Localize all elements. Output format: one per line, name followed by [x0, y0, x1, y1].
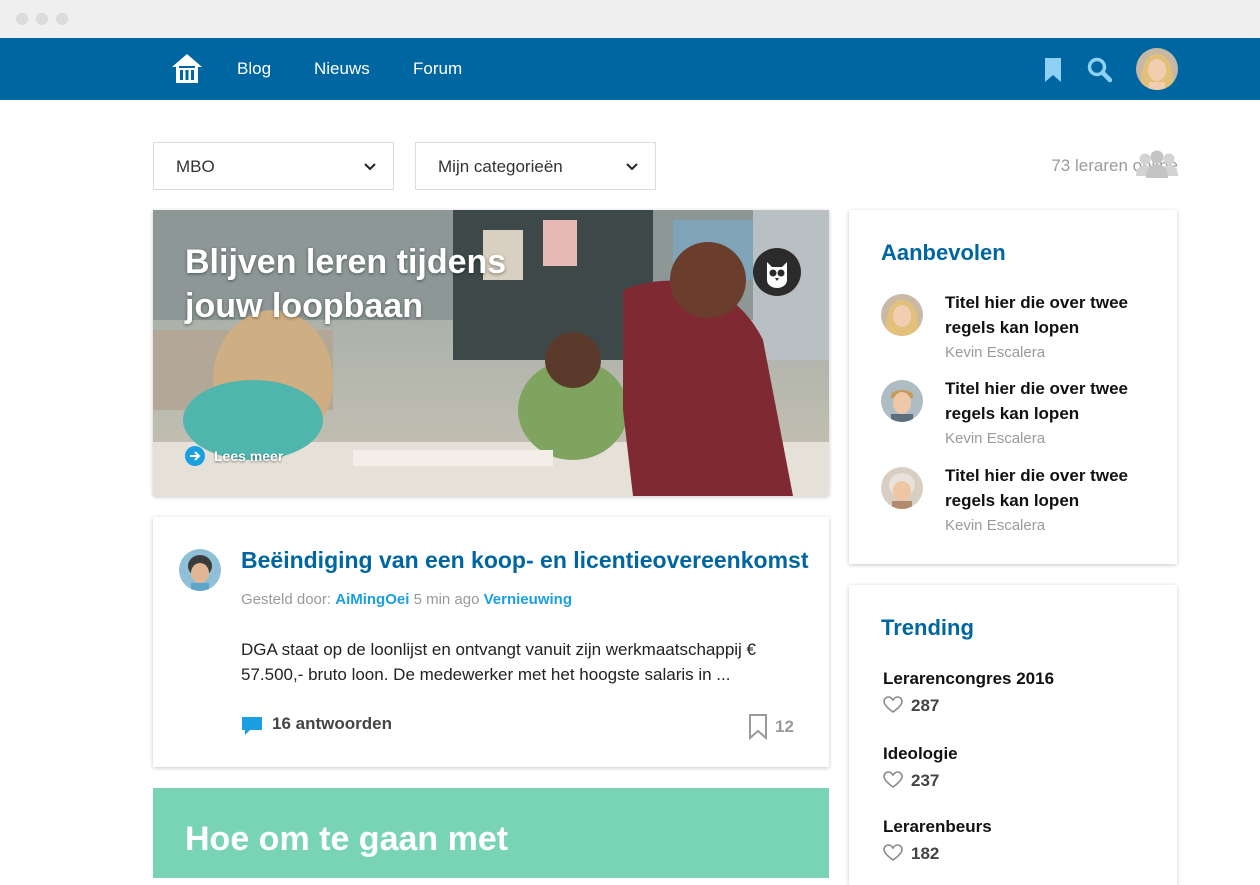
- avatar: [881, 380, 923, 422]
- recommended-author: Kevin Escalera: [945, 344, 1046, 361]
- trending-item[interactable]: Lerarenbeurs 182: [883, 817, 1143, 863]
- trending-item[interactable]: Lerarencongres 2016 287: [883, 669, 1143, 715]
- featured-article-title[interactable]: Blijven leren tijdens jouw loopbaan: [185, 240, 545, 328]
- recommended-item[interactable]: Titel hier die over twee regels kan lope…: [881, 293, 1171, 374]
- owl-icon: [753, 248, 801, 296]
- recommended-title[interactable]: Titel hier die over twee regels kan lope…: [945, 290, 1155, 340]
- heart-icon[interactable]: [883, 771, 903, 789]
- nav-forum[interactable]: Forum: [413, 59, 462, 79]
- top-navbar: Blog Nieuws Forum: [0, 38, 1260, 100]
- author-link[interactable]: AiMingOei: [335, 591, 409, 608]
- home-icon[interactable]: [170, 52, 204, 86]
- bookmark-outline-icon[interactable]: [748, 714, 768, 740]
- recommended-panel: Aanbevolen Titel hier die over twee rege…: [849, 210, 1177, 564]
- recommended-title[interactable]: Titel hier die over twee regels kan lope…: [945, 463, 1155, 513]
- users-group-icon: [1136, 150, 1178, 178]
- avatar: [881, 294, 923, 336]
- forum-post-card: Beëindiging van een koop- en licentieove…: [153, 517, 829, 767]
- recommended-author: Kevin Escalera: [945, 517, 1046, 534]
- window-dot: [56, 13, 68, 25]
- recommended-heading: Aanbevolen: [881, 240, 1006, 265]
- level-select-value: MBO: [176, 157, 215, 176]
- trending-count: 287: [911, 696, 940, 715]
- trending-heading: Trending: [881, 615, 974, 640]
- trending-name[interactable]: Lerarencongres 2016: [883, 669, 1143, 689]
- bookmark-count: 12: [775, 717, 794, 736]
- window-dot: [16, 13, 28, 25]
- featured-article-card[interactable]: Blijven leren tijdens jouw loopbaan Lees…: [153, 210, 829, 496]
- heart-icon[interactable]: [883, 696, 903, 714]
- search-icon[interactable]: [1087, 57, 1113, 83]
- recommended-item[interactable]: Titel hier die over twee regels kan lope…: [881, 466, 1171, 547]
- heart-icon[interactable]: [883, 844, 903, 862]
- level-select[interactable]: MBO: [153, 142, 394, 190]
- post-time: 5 min ago: [413, 591, 480, 608]
- teaser-title[interactable]: Hoe om te gaan met: [185, 820, 508, 859]
- recommended-author: Kevin Escalera: [945, 430, 1046, 447]
- replies-count[interactable]: 16 antwoorden: [272, 714, 392, 734]
- category-select-value: Mijn categorieën: [438, 157, 563, 176]
- trending-name[interactable]: Ideologie: [883, 744, 1143, 764]
- arrow-right-icon: [185, 446, 205, 466]
- user-avatar[interactable]: [1136, 48, 1178, 90]
- trending-count: 182: [911, 844, 940, 863]
- bookmark-icon[interactable]: [1043, 58, 1063, 82]
- nav-blog[interactable]: Blog: [237, 59, 271, 79]
- post-excerpt: DGA staat op de loonlijst en ontvangt va…: [241, 640, 757, 684]
- author-avatar[interactable]: [179, 549, 221, 591]
- trending-count: 237: [911, 771, 940, 790]
- trending-name[interactable]: Lerarenbeurs: [883, 817, 1143, 837]
- window-dot: [36, 13, 48, 25]
- trending-item[interactable]: Ideologie 237: [883, 744, 1143, 790]
- chevron-down-icon: [364, 163, 376, 171]
- nav-nieuws[interactable]: Nieuws: [314, 59, 370, 79]
- window-chrome: [0, 0, 1260, 38]
- recommended-item[interactable]: Titel hier die over twee regels kan lope…: [881, 379, 1171, 460]
- meta-prefix: Gesteld door:: [241, 591, 332, 608]
- category-select[interactable]: Mijn categorieën: [415, 142, 656, 190]
- comment-icon[interactable]: [241, 715, 263, 737]
- trending-panel: Trending Lerarencongres 2016 287 Ideolog…: [849, 585, 1177, 885]
- category-link[interactable]: Vernieuwing: [484, 591, 572, 608]
- post-title[interactable]: Beëindiging van een koop- en licentieove…: [241, 547, 808, 574]
- post-meta: Gesteld door: AiMingOei 5 min ago Vernie…: [241, 591, 572, 608]
- read-more-label: Lees meer: [214, 448, 284, 464]
- chevron-down-icon: [626, 163, 638, 171]
- avatar: [881, 467, 923, 509]
- recommended-title[interactable]: Titel hier die over twee regels kan lope…: [945, 376, 1155, 426]
